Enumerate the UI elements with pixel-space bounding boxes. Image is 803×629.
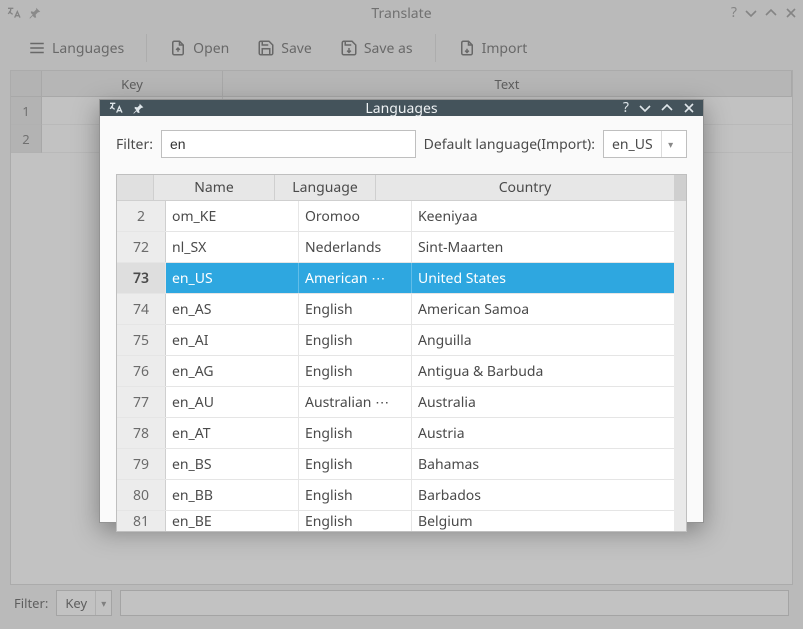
column-language[interactable]: Language — [275, 175, 376, 201]
cell-country: Anguilla — [412, 325, 686, 355]
row-header-corner — [117, 175, 154, 201]
cell-name: en_AI — [166, 325, 299, 355]
table-row[interactable]: 76en_AGEnglishAntigua & Barbuda — [117, 356, 686, 387]
pin-icon[interactable] — [132, 102, 145, 115]
row-number: 77 — [117, 387, 166, 417]
translate-icon — [108, 100, 124, 116]
table-row[interactable]: 2om_KEOromooKeeniyaa — [117, 201, 686, 232]
row-number: 80 — [117, 480, 166, 510]
cell-name: en_BE — [166, 511, 299, 531]
cell-name: nl_SX — [166, 232, 299, 262]
table-row[interactable]: 73en_USAmerican ⋯United States — [117, 263, 686, 294]
row-number: 81 — [117, 511, 166, 531]
cell-name: en_AT — [166, 418, 299, 448]
table-row[interactable]: 81en_BEEnglishBelgium — [117, 511, 686, 531]
scrollbar-track[interactable] — [674, 201, 686, 531]
cell-language: Australian ⋯ — [299, 387, 412, 417]
dialog-titlebar[interactable]: Languages ? — [100, 100, 703, 116]
table-row[interactable]: 72nl_SXNederlandsSint-Maarten — [117, 232, 686, 263]
default-lang-label: Default language(Import): — [424, 135, 595, 154]
cell-language: English — [299, 294, 412, 324]
scrollbar-track[interactable] — [674, 175, 686, 201]
dialog-title: Languages — [100, 99, 703, 118]
cell-country: Sint-Maarten — [412, 232, 686, 262]
cell-language: English — [299, 480, 412, 510]
cell-name: en_US — [166, 263, 299, 293]
cell-language: English — [299, 325, 412, 355]
minimize-icon[interactable] — [639, 102, 651, 114]
modal-overlay: Languages ? Filter: Default language(Imp… — [0, 0, 803, 629]
table-row[interactable]: 77en_AUAustralian ⋯Australia — [117, 387, 686, 418]
cell-name: en_BS — [166, 449, 299, 479]
row-number: 75 — [117, 325, 166, 355]
default-lang-value: en_US — [604, 135, 661, 154]
cell-country: Antigua & Barbuda — [412, 356, 686, 386]
cell-country: United States — [412, 263, 686, 293]
cell-language: English — [299, 356, 412, 386]
row-number: 79 — [117, 449, 166, 479]
help-icon[interactable]: ? — [623, 101, 629, 115]
row-number: 78 — [117, 418, 166, 448]
table-row[interactable]: 80en_BBEnglishBarbados — [117, 480, 686, 511]
cell-country: Belgium — [412, 511, 686, 531]
cell-country: American Samoa — [412, 294, 686, 324]
cell-name: en_BB — [166, 480, 299, 510]
table-row[interactable]: 75en_AIEnglishAnguilla — [117, 325, 686, 356]
default-lang-combo[interactable]: en_US ▾ — [603, 130, 687, 158]
cell-language: Oromoo — [299, 201, 412, 231]
chevron-down-icon: ▾ — [661, 131, 680, 157]
table-row[interactable]: 78en_ATEnglishAustria — [117, 418, 686, 449]
cell-country: Austria — [412, 418, 686, 448]
cell-name: en_AU — [166, 387, 299, 417]
maximize-icon[interactable] — [661, 102, 673, 114]
cell-country: Bahamas — [412, 449, 686, 479]
row-number: 2 — [117, 201, 166, 231]
cell-language: English — [299, 511, 412, 531]
cell-name: en_AS — [166, 294, 299, 324]
table-row[interactable]: 74en_ASEnglishAmerican Samoa — [117, 294, 686, 325]
cell-language: American ⋯ — [299, 263, 412, 293]
cell-language: English — [299, 418, 412, 448]
cell-country: Barbados — [412, 480, 686, 510]
cell-name: om_KE — [166, 201, 299, 231]
languages-table[interactable]: Name Language Country 2om_KEOromooKeeniy… — [116, 174, 687, 532]
column-country[interactable]: Country — [376, 175, 674, 201]
row-number: 73 — [117, 263, 166, 293]
row-number: 72 — [117, 232, 166, 262]
cell-language: English — [299, 449, 412, 479]
dialog-filter-input[interactable] — [161, 130, 416, 158]
languages-dialog: Languages ? Filter: Default language(Imp… — [99, 99, 704, 523]
cell-name: en_AG — [166, 356, 299, 386]
column-name[interactable]: Name — [154, 175, 275, 201]
cell-language: Nederlands — [299, 232, 412, 262]
close-icon[interactable] — [683, 102, 695, 114]
cell-country: Keeniyaa — [412, 201, 686, 231]
table-row[interactable]: 79en_BSEnglishBahamas — [117, 449, 686, 480]
dialog-filter-label: Filter: — [116, 135, 153, 154]
row-number: 76 — [117, 356, 166, 386]
cell-country: Australia — [412, 387, 686, 417]
row-number: 74 — [117, 294, 166, 324]
